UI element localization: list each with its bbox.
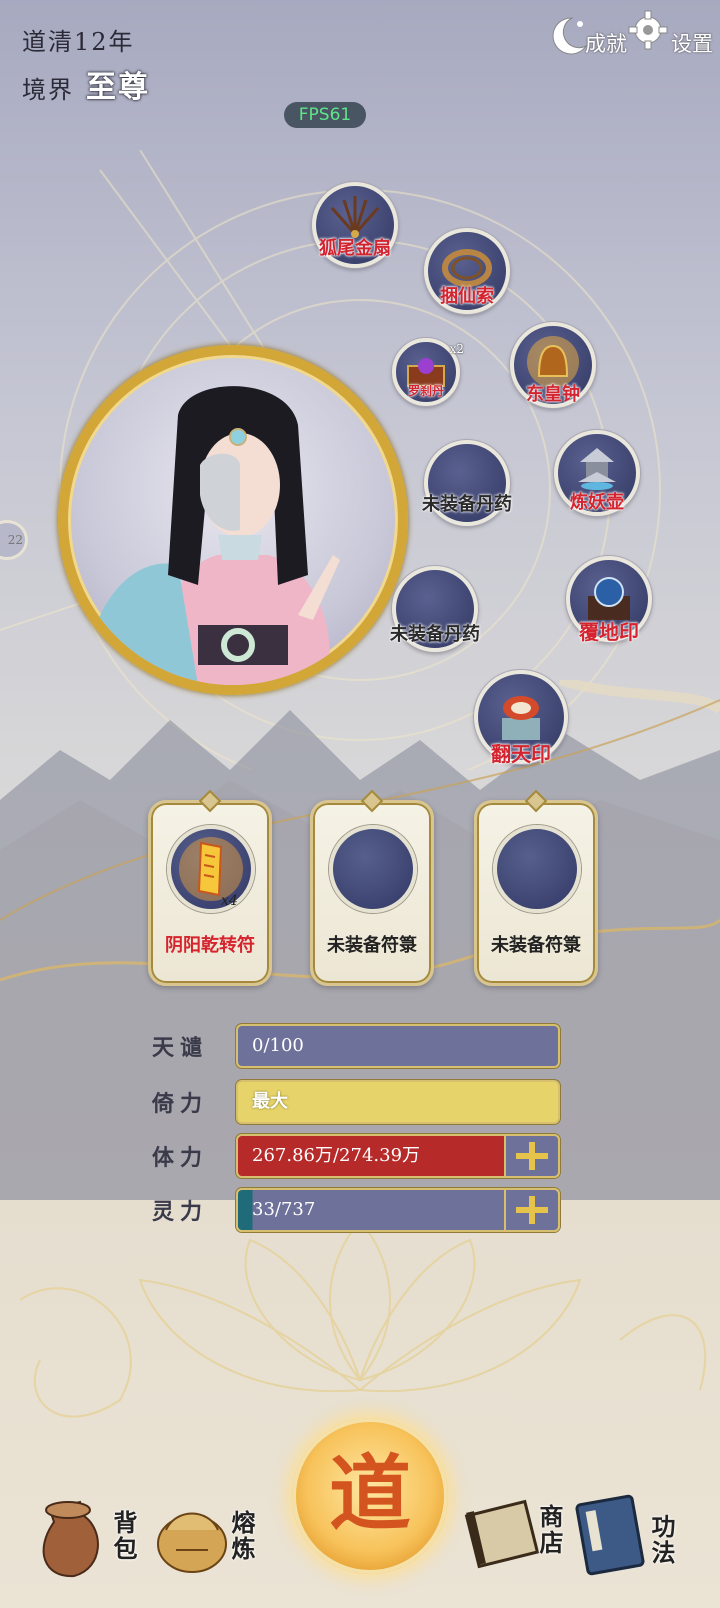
fps-counter: FPS61 (284, 102, 366, 128)
treasure-label: 捆仙索 (440, 286, 494, 307)
era-year: 道清12年 (22, 28, 135, 56)
nav-shop-label: 商店 (535, 1504, 564, 1556)
achievements-label: 成就 (585, 32, 627, 56)
stamina-add-button[interactable] (504, 1134, 560, 1178)
stat-bar-stamina: 267.86万/274.39万 (236, 1134, 560, 1178)
stat-value: 0/100 (252, 1035, 304, 1056)
nav-forge-button[interactable]: 熔炼 (152, 1490, 262, 1590)
achievements-button[interactable]: 成就 (542, 10, 627, 62)
stat-bar-reliance: 最大 (236, 1080, 560, 1124)
talisman-count: x4 (221, 893, 238, 909)
stat-label-reliance: 倚力 (152, 1091, 209, 1117)
talisman-scroll-icon (179, 837, 243, 901)
treasure-slot[interactable]: 炼妖壶 (554, 430, 640, 516)
treasure-label: 翻天印 (491, 742, 551, 766)
nav-bag-button[interactable]: 背包 (30, 1490, 140, 1590)
spirit-add-button[interactable] (504, 1188, 560, 1232)
realm-value: 至尊 (86, 70, 150, 105)
treasure-slot[interactable]: 东皇钟 (510, 322, 596, 408)
treasure-slot[interactable]: 狐尾金扇 (312, 182, 398, 268)
stat-value: 最大 (252, 1091, 288, 1112)
talisman-slot (493, 825, 581, 913)
treasure-label: 罗刹丹 (407, 384, 445, 398)
stat-label-spirit: 灵力 (152, 1199, 209, 1225)
treasure-slot[interactable]: 覆地印 (566, 556, 652, 644)
stat-value: 267.86万/274.39万 (252, 1145, 421, 1166)
nav-forge-label: 熔炼 (227, 1510, 256, 1562)
treasure-label: 东皇钟 (526, 384, 580, 405)
realm-label: 境界 (22, 76, 74, 104)
treasure-label: 覆地印 (579, 620, 639, 644)
treasure-slot[interactable]: 未装备丹药 (390, 566, 480, 652)
gear-icon (628, 10, 668, 50)
talisman-slot (167, 825, 255, 913)
talisman-card[interactable]: 未装备符箓 (474, 789, 598, 986)
dao-label: 道 (328, 1446, 411, 1542)
treasure-label: 狐尾金扇 (319, 238, 391, 259)
talisman-slot (329, 825, 417, 913)
bag-icon (42, 1500, 99, 1578)
treasure-slot[interactable]: 罗刹丹 x2 (392, 338, 464, 406)
treasure-label: 炼妖壶 (570, 492, 624, 513)
talisman-card[interactable]: x4 阴阳乾转符 (148, 789, 272, 986)
treasure-label: 未装备丹药 (422, 494, 512, 515)
nav-shop-button[interactable]: 商店 (462, 1490, 572, 1590)
nav-skills-label: 功法 (647, 1514, 676, 1566)
stat-label-stamina: 体力 (152, 1145, 209, 1171)
treasure-slot[interactable]: 未装备丹药 (422, 440, 512, 526)
treasure-label: 未装备丹药 (390, 624, 480, 645)
talisman-label: 未装备符箓 (327, 935, 417, 956)
nav-bag-label: 背包 (109, 1510, 138, 1562)
treasure-count: x2 (449, 342, 464, 356)
talisman-card[interactable]: 未装备符箓 (310, 789, 434, 986)
settings-label: 设置 (671, 32, 713, 56)
character-figure (88, 386, 340, 685)
treasure-slot[interactable]: 捆仙索 (424, 228, 510, 314)
stat-bar-spirit: 33/737 (236, 1188, 560, 1232)
dao-button[interactable]: 道 (292, 1418, 448, 1574)
talisman-label: 未装备符箓 (491, 935, 581, 956)
stat-bar-heavenly-punishment: 0/100 (236, 1024, 560, 1068)
nav-skills-button[interactable]: 功法 (572, 1490, 692, 1590)
treasure-slot[interactable]: 翻天印 (474, 670, 568, 766)
settings-button[interactable]: 设置 (628, 10, 713, 62)
stat-label-heavenly-punishment: 天谴 (152, 1035, 209, 1061)
stat-value: 33/737 (252, 1199, 316, 1220)
character-portrait[interactable] (58, 345, 408, 695)
talisman-label: 阴阳乾转符 (165, 935, 255, 956)
